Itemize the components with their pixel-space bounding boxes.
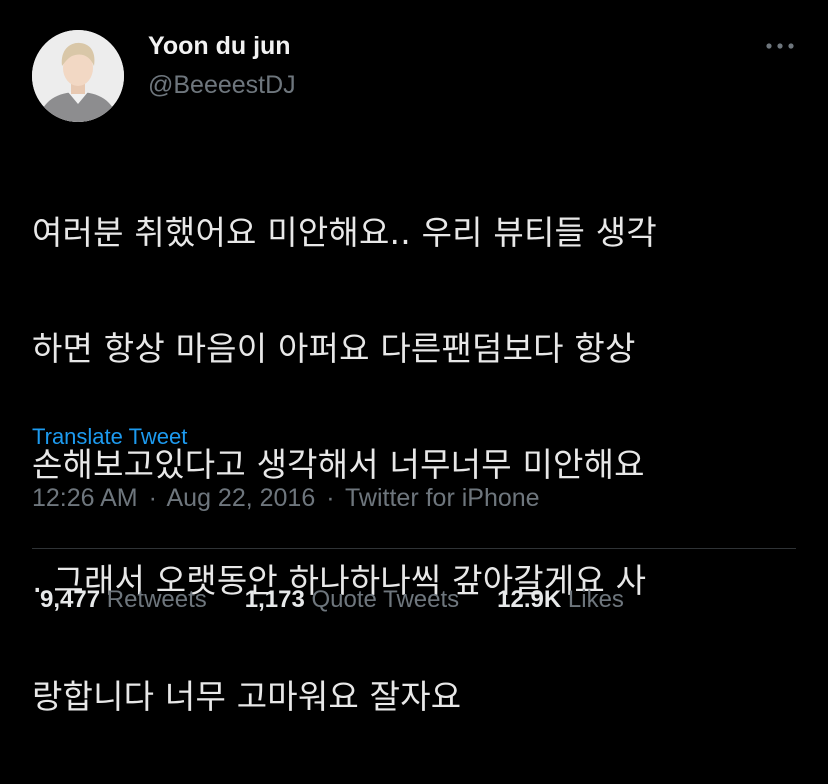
tweet-date[interactable]: Aug 22, 2016 [167, 484, 316, 512]
divider [32, 548, 796, 549]
avatar[interactable] [32, 30, 124, 122]
display-name[interactable]: Yoon du jun [148, 32, 291, 61]
tweet-text: 여러분 취했어요 미안해요.. 우리 뷰티들 생각 하면 항상 마음이 아퍼요 … [32, 146, 802, 784]
likes-count: 12.9K [497, 586, 562, 613]
retweets-stat[interactable]: 9,477 Retweets [40, 586, 207, 614]
tweet-metadata: 12:26 AM · Aug 22, 2016 · Twitter for iP… [32, 484, 540, 513]
quote-tweets-stat[interactable]: 1,173 Quote Tweets [245, 586, 459, 614]
engagement-stats: 9,477 Retweets 1,173 Quote Tweets 12.9K … [40, 586, 624, 614]
more-options-button[interactable] [760, 34, 800, 58]
likes-label: Likes [567, 586, 624, 613]
retweets-count: 9,477 [40, 586, 101, 613]
ellipsis-icon [766, 43, 794, 49]
user-handle[interactable]: @BeeeestDJ [148, 71, 296, 100]
translate-tweet-link[interactable]: Translate Tweet [32, 424, 187, 450]
retweets-label: Retweets [106, 586, 207, 613]
tweet-source[interactable]: Twitter for iPhone [345, 484, 540, 512]
meta-separator: · [326, 484, 335, 512]
quote-tweets-label: Quote Tweets [311, 586, 460, 613]
likes-stat[interactable]: 12.9K Likes [497, 586, 624, 614]
meta-separator: · [148, 484, 157, 512]
quote-tweets-count: 1,173 [244, 586, 305, 613]
tweet-text-line: 랑합니다 너무 고마워요 잘자요 [32, 677, 462, 716]
tweet-text-line: 여러분 취했어요 미안해요.. 우리 뷰티들 생각 [32, 213, 657, 252]
tweet-time[interactable]: 12:26 AM [32, 484, 138, 512]
profile-photo [32, 30, 124, 122]
tweet-text-line: 하면 항상 마음이 아퍼요 다른팬덤보다 항상 [32, 329, 636, 368]
